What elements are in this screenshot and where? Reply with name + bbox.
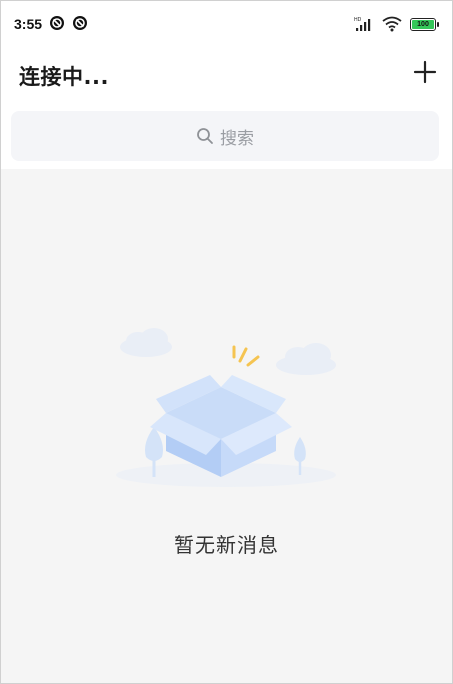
empty-box-illustration: [116, 328, 336, 487]
app-notification-icon: [50, 16, 64, 30]
app-frame: 3:55 HD 100 连接中... 搜索 暂无新消息: [0, 0, 453, 684]
status-time: 3:55: [14, 16, 43, 32]
search-placeholder: 搜索: [220, 128, 254, 149]
search-section: 搜索: [1, 103, 452, 169]
search-icon: [197, 128, 213, 144]
page-title: 连接中...: [19, 65, 109, 89]
plus-icon[interactable]: [412, 59, 438, 85]
search-input[interactable]: 搜索: [11, 111, 439, 161]
app-notification-icon: [73, 16, 87, 30]
wifi-icon: [382, 16, 402, 32]
message-list-area: 暂无新消息: [1, 169, 452, 683]
empty-state-message: 暂无新消息: [174, 533, 279, 557]
svg-text:HD: HD: [354, 17, 362, 23]
hd-signal-icon: HD: [354, 17, 371, 31]
status-indicators: HD 100: [354, 15, 439, 33]
battery-level: 100: [412, 19, 434, 29]
battery-icon: 100: [410, 17, 439, 31]
top-header: 连接中...: [1, 47, 452, 103]
status-bar: 3:55 HD 100: [1, 1, 452, 47]
